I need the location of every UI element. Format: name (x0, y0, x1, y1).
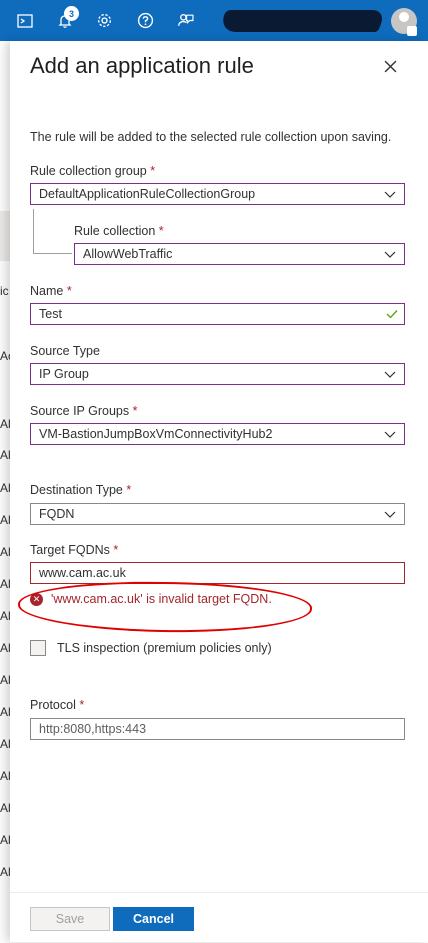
protocol-input[interactable]: http:8080,https:443 (30, 718, 405, 740)
background-highlight (0, 211, 10, 261)
source-ip-groups-label: Source IP Groups * (30, 404, 138, 418)
background-text: All (0, 417, 10, 431)
source-type-dropdown[interactable]: IP Group (30, 363, 405, 385)
protocol-label: Protocol * (30, 698, 85, 712)
redacted-account-name (217, 10, 387, 32)
feedback-icon[interactable] (165, 0, 205, 41)
background-text: All (0, 801, 10, 815)
close-icon[interactable] (380, 56, 400, 76)
background-text: All (0, 737, 10, 751)
name-label: Name * (30, 284, 72, 298)
top-bar: 3 (0, 0, 428, 41)
lock-icon (407, 26, 417, 36)
destination-type-label: Destination Type * (30, 483, 132, 497)
target-fqdns-label: Target FQDNs * (30, 543, 119, 557)
background-text: All (0, 545, 10, 559)
background-text: All (0, 609, 10, 623)
chevron-down-icon (384, 191, 396, 198)
cloud-shell-icon[interactable] (5, 0, 45, 41)
panel-description: The rule will be added to the selected r… (30, 130, 392, 144)
rule-collection-group-label: Rule collection group * (30, 164, 156, 178)
checkmark-icon (386, 310, 398, 319)
background-text: All (0, 577, 10, 591)
background-text: All (0, 641, 10, 655)
name-input[interactable]: Test (30, 303, 405, 325)
source-ip-groups-dropdown[interactable]: VM-BastionJumpBoxVmConnectivityHub2 (30, 423, 405, 445)
rule-collection-label: Rule collection * (74, 224, 164, 238)
background-text: All (0, 448, 10, 462)
destination-type-dropdown[interactable]: FQDN (30, 503, 405, 525)
panel-footer: Save Cancel (10, 892, 428, 943)
tree-connector (33, 209, 72, 254)
source-type-label: Source Type (30, 344, 100, 358)
tls-inspection-checkbox[interactable] (30, 640, 46, 656)
notifications-icon[interactable] (45, 0, 85, 41)
background-text: Ac (0, 349, 10, 363)
background-text: All (0, 481, 10, 495)
chevron-down-icon (384, 431, 396, 438)
help-icon[interactable] (125, 0, 165, 41)
panel-title: Add an application rule (30, 53, 254, 78)
chevron-down-icon (384, 511, 396, 518)
add-application-rule-panel: Add an application rule The rule will be… (10, 41, 428, 942)
save-button[interactable]: Save (30, 907, 110, 931)
background-text: All (0, 769, 10, 783)
red-annotation-circle (17, 579, 313, 635)
background-text: All (0, 673, 10, 687)
target-fqdns-input[interactable]: www.cam.ac.uk (30, 562, 405, 584)
background-text: All (0, 833, 10, 847)
chevron-down-icon (384, 251, 396, 258)
notification-count-badge: 3 (64, 6, 79, 21)
tls-inspection-label: TLS inspection (premium policies only) (57, 641, 272, 655)
background-page: ic Ac All All All All All All All All Al… (0, 41, 10, 942)
background-text: All (0, 705, 10, 719)
settings-icon[interactable] (84, 0, 124, 41)
cancel-button[interactable]: Cancel (113, 907, 194, 931)
background-text: All (0, 513, 10, 527)
background-text: All (0, 865, 10, 879)
background-text: ic (0, 284, 9, 298)
chevron-down-icon (384, 371, 396, 378)
rule-collection-dropdown[interactable]: AllowWebTraffic (74, 243, 405, 265)
rule-collection-group-dropdown[interactable]: DefaultApplicationRuleCollectionGroup (30, 183, 405, 205)
